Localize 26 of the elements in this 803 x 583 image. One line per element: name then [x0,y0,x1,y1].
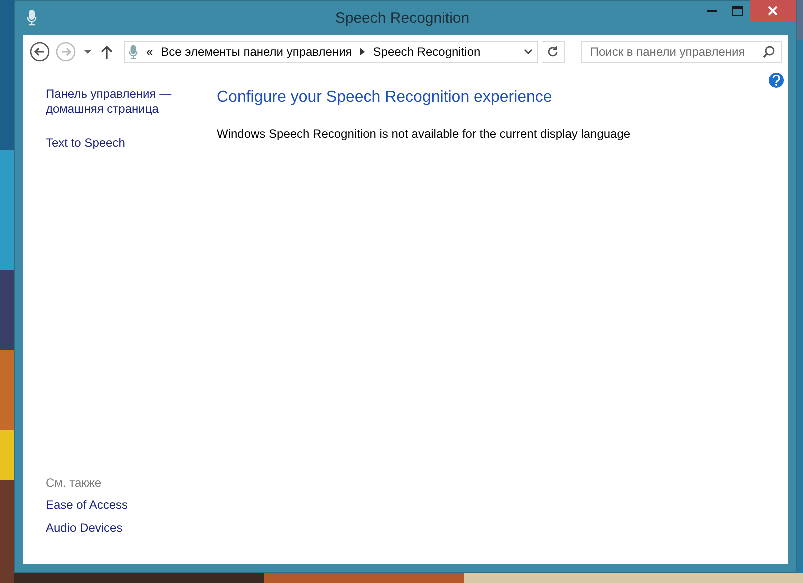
breadcrumb[interactable]: Все элементы панели управления [161,45,352,59]
microphone-icon [129,44,138,60]
search-icon [763,46,775,58]
close-button[interactable] [750,0,796,21]
see-also-link[interactable]: Ease of Access [46,498,217,513]
search-field[interactable]: Поиск в панели управления [581,41,782,63]
chevron-icon [360,48,366,56]
dropdown-icon[interactable] [524,49,533,55]
minimize-icon [706,9,716,12]
page-heading: Configure your Speech Recognition experience [217,89,554,107]
back-button[interactable] [29,41,51,63]
breadcrumb-overflow[interactable]: « [146,45,154,59]
refresh-icon [546,46,559,58]
help-button[interactable] [769,73,784,88]
microphone-icon [27,10,37,26]
maximize-icon [732,6,742,16]
refresh-button[interactable] [542,41,566,63]
window-title: Speech Recognition [334,10,471,26]
see-also-link[interactable]: Audio Devices [46,521,217,536]
sidebar-link[interactable]: Text to Speech [46,136,217,151]
close-icon [768,6,778,16]
sidebar-link[interactable]: Панель управления — домашняя страница [46,87,217,117]
address-bar[interactable]: « Все элементы панели управления Speech Recognition [124,41,538,63]
see-also-heading: См. также [46,476,103,490]
status-message: Windows Speech Recognition is not available for the current display language [217,127,632,141]
breadcrumb[interactable]: Speech Recognition [373,45,481,59]
